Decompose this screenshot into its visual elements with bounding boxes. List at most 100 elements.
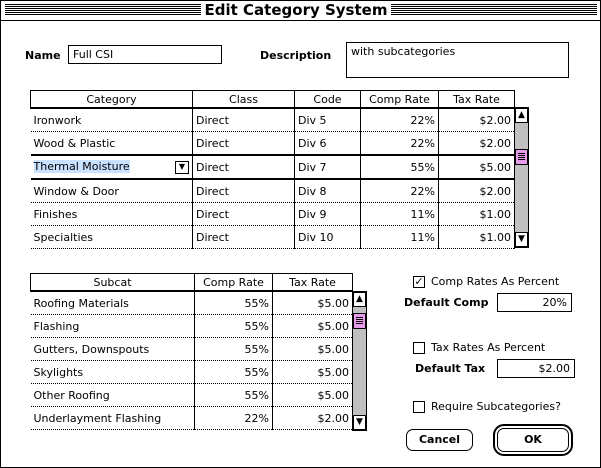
description-field[interactable]: with subcategories [346, 42, 569, 78]
table-cell[interactable]: Div 7 [294, 154, 361, 180]
table-cell[interactable]: Direct [192, 131, 295, 156]
cell-text: Div 8 [298, 184, 327, 198]
table-cell[interactable]: 55% [194, 291, 273, 315]
table-cell[interactable]: Div 8 [294, 179, 361, 203]
table-row[interactable]: Flashing 55% $5.00 [30, 314, 353, 338]
default-tax-field[interactable]: $2.00 [497, 359, 575, 378]
table-row[interactable]: Ironwork Direct Div 5 22% $2.00 [30, 108, 515, 132]
scroll-thumb[interactable] [353, 313, 366, 329]
table-cell[interactable]: $2.00 [272, 406, 353, 430]
table-cell[interactable]: Div 5 [294, 108, 361, 132]
table-cell[interactable]: $5.00 [272, 360, 353, 384]
cell-text: 55% [244, 342, 269, 356]
column-header: Category [30, 90, 193, 109]
cell-text: 11% [410, 230, 435, 244]
window-title: Edit Category System [201, 1, 391, 20]
cell-text: Div 6 [298, 136, 327, 150]
table-cell[interactable]: 22% [360, 131, 439, 156]
table-cell[interactable]: Window & Door [30, 179, 193, 203]
table-cell[interactable]: Roofing Materials [30, 291, 195, 315]
table-cell[interactable]: Specialties [30, 225, 193, 249]
column-header: Comp Rate [360, 90, 439, 109]
table-row[interactable]: Thermal Moisture ▼ Direct Div 7 55% $5.00 [30, 154, 515, 180]
table-row[interactable]: Other Roofing 55% $5.00 [30, 383, 353, 407]
table-cell[interactable]: 55% [194, 383, 273, 407]
table-cell[interactable]: $1.00 [438, 202, 515, 226]
table-cell[interactable]: Underlayment Flashing [30, 406, 195, 430]
subcat-scrollbar[interactable]: ▲ ▼ [352, 291, 367, 431]
table-cell[interactable]: 55% [194, 314, 273, 338]
table-cell[interactable]: $5.00 [272, 291, 353, 315]
scroll-down-arrow-icon[interactable]: ▼ [515, 232, 528, 247]
table-cell[interactable]: Direct [192, 108, 295, 132]
cell-text: Window & Door [33, 184, 119, 198]
table-cell[interactable]: Gutters, Downspouts [30, 337, 195, 361]
cell-text: Div 5 [298, 113, 327, 127]
cancel-button[interactable]: Cancel [406, 429, 473, 451]
cell-text: $1.00 [479, 230, 512, 244]
comp-rates-percent-label: Comp Rates As Percent [431, 275, 560, 288]
table-cell[interactable]: Thermal Moisture ▼ [30, 154, 193, 180]
dropdown-triangle-icon[interactable]: ▼ [175, 161, 189, 174]
table-row[interactable]: Specialties Direct Div 10 11% $1.00 [30, 225, 515, 249]
table-cell[interactable]: 22% [360, 108, 439, 132]
table-cell[interactable]: Ironwork [30, 108, 193, 132]
table-cell[interactable]: 11% [360, 202, 439, 226]
tax-rates-percent-checkbox[interactable] [413, 342, 425, 354]
comp-rates-percent-checkbox[interactable]: ✓ [413, 276, 425, 288]
table-cell[interactable]: $2.00 [438, 108, 515, 132]
table-cell[interactable]: $2.00 [438, 131, 515, 156]
category-scrollbar[interactable]: ▲ ▼ [514, 107, 529, 248]
table-cell[interactable]: Div 6 [294, 131, 361, 156]
table-row[interactable]: Skylights 55% $5.00 [30, 360, 353, 384]
table-cell[interactable]: $5.00 [272, 314, 353, 338]
table-cell[interactable]: 22% [360, 179, 439, 203]
table-row[interactable]: Finishes Direct Div 9 11% $1.00 [30, 202, 515, 226]
table-cell[interactable]: Div 10 [294, 225, 361, 249]
default-comp-field[interactable]: 20% [497, 293, 572, 312]
title-bar[interactable]: Edit Category System [1, 1, 600, 21]
table-cell[interactable]: $5.00 [272, 383, 353, 407]
table-cell[interactable]: Direct [192, 154, 295, 180]
table-cell[interactable]: Wood & Plastic [30, 131, 193, 156]
name-label: Name [25, 49, 61, 62]
cell-text: $5.00 [317, 319, 350, 333]
cell-text: $5.00 [317, 342, 350, 356]
table-cell[interactable]: 55% [194, 337, 273, 361]
scroll-thumb[interactable] [515, 149, 528, 165]
table-cell[interactable]: Finishes [30, 202, 193, 226]
table-cell[interactable]: Flashing [30, 314, 195, 338]
ok-button[interactable]: OK [493, 424, 573, 456]
table-cell[interactable]: $5.00 [272, 337, 353, 361]
table-row[interactable]: Gutters, Downspouts 55% $5.00 [30, 337, 353, 361]
table-cell[interactable]: 11% [360, 225, 439, 249]
column-header: Subcat [30, 273, 195, 292]
name-field[interactable]: Full CSI [68, 45, 222, 64]
table-cell[interactable]: Other Roofing [30, 383, 195, 407]
table-cell[interactable]: $2.00 [438, 179, 515, 203]
table-row[interactable]: Window & Door Direct Div 8 22% $2.00 [30, 179, 515, 203]
require-subcategories-checkbox[interactable] [413, 401, 425, 413]
column-header: Code [294, 90, 361, 109]
table-row[interactable]: Roofing Materials 55% $5.00 [30, 291, 353, 315]
cell-text: Wood & Plastic [33, 136, 116, 150]
scroll-down-arrow-icon[interactable]: ▼ [353, 415, 366, 430]
table-cell[interactable]: 55% [360, 154, 439, 180]
table-cell[interactable]: Direct [192, 179, 295, 203]
table-cell[interactable]: Direct [192, 202, 295, 226]
checkmark-icon: ✓ [414, 275, 424, 288]
table-row[interactable]: Underlayment Flashing 22% $2.00 [30, 406, 353, 430]
table-cell[interactable]: $1.00 [438, 225, 515, 249]
table-row[interactable]: Wood & Plastic Direct Div 6 22% $2.00 [30, 131, 515, 156]
cell-text: Div 9 [298, 207, 327, 221]
scroll-up-arrow-icon[interactable]: ▲ [515, 108, 528, 123]
table-cell[interactable]: 55% [194, 360, 273, 384]
table-cell[interactable]: $5.00 [438, 154, 515, 180]
table-cell[interactable]: Direct [192, 225, 295, 249]
cell-text: $5.00 [317, 365, 350, 379]
table-cell[interactable]: 22% [194, 406, 273, 430]
scroll-up-arrow-icon[interactable]: ▲ [353, 292, 366, 307]
table-cell[interactable]: Div 9 [294, 202, 361, 226]
table-cell[interactable]: Skylights [30, 360, 195, 384]
require-subcategories-label: Require Subcategories? [431, 400, 561, 413]
